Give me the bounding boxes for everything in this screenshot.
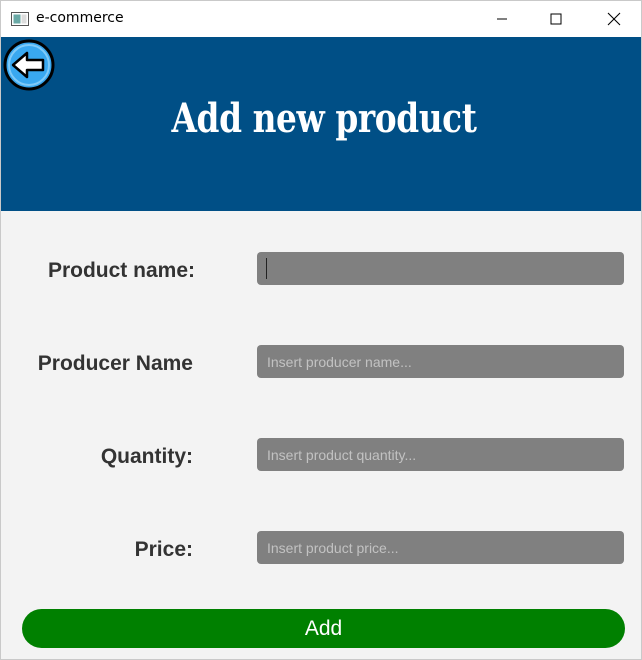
app-icon (11, 12, 29, 26)
maximize-icon (550, 13, 562, 25)
quantity-label: Quantity: (100, 445, 193, 468)
producer-name-input[interactable] (257, 345, 624, 378)
maximize-button[interactable] (533, 1, 579, 37)
quantity-input[interactable] (257, 438, 624, 471)
product-name-label: Product name: (47, 259, 195, 282)
minimize-button[interactable] (479, 1, 525, 37)
minimize-icon (497, 18, 507, 20)
title-bar: e-commerce (1, 1, 641, 37)
page-header: Add new product (1, 37, 641, 211)
window-title: e-commerce (36, 10, 124, 26)
close-button[interactable] (591, 1, 637, 37)
page-title: Add new product (171, 95, 477, 142)
app-window: e-commerce Add new product Product name:… (0, 0, 642, 660)
back-button[interactable] (3, 39, 55, 91)
back-arrow-icon (3, 39, 55, 91)
text-caret (266, 258, 267, 279)
add-button[interactable]: Add (22, 609, 625, 648)
price-label: Price: (134, 538, 193, 561)
producer-name-label: Producer Name (37, 352, 193, 375)
product-name-input[interactable] (257, 252, 624, 285)
price-input[interactable] (257, 531, 624, 564)
close-icon (607, 12, 621, 26)
